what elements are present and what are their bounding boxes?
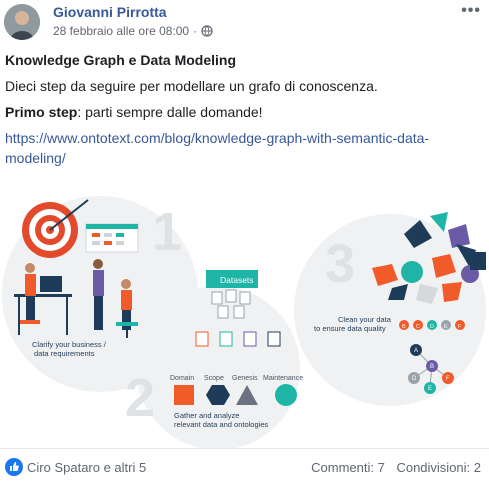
circle-shape bbox=[275, 384, 297, 406]
post-step-line: Primo step: parti sempre dalle domande! bbox=[5, 102, 485, 122]
post-title: Knowledge Graph e Data Modeling bbox=[5, 52, 237, 68]
datasets-label: Datasets bbox=[220, 275, 254, 285]
comments-count[interactable]: Commenti: 7 bbox=[311, 460, 385, 475]
post-meta: 28 febbraio alle ore 08:00 · bbox=[53, 24, 213, 38]
engagement-counts: Commenti: 7 Condivisioni: 2 bbox=[311, 460, 481, 475]
step2-tags: Domain Scope Genesis Maintenance bbox=[170, 375, 303, 382]
likes-count[interactable]: Ciro Spataro e altri 5 bbox=[27, 460, 146, 475]
post-header: Giovanni Pirrotta 28 febbraio alle ore 0… bbox=[0, 0, 489, 44]
step-bold: Primo step bbox=[5, 104, 78, 120]
post-line: Dieci step da seguire per modellare un g… bbox=[5, 78, 378, 94]
square-shape bbox=[174, 385, 194, 405]
step2-number: 2 bbox=[125, 368, 155, 428]
calendar-icon bbox=[85, 223, 139, 253]
post-timestamp[interactable]: 28 febbraio alle ore 08:00 bbox=[53, 24, 189, 38]
like-icon[interactable] bbox=[5, 458, 23, 476]
globe-icon bbox=[201, 25, 213, 37]
step-rest: : parti sempre dalle domande! bbox=[77, 104, 263, 120]
post-link[interactable]: https://www.ontotext.com/blog/knowledge-… bbox=[5, 128, 485, 168]
shares-count[interactable]: Condivisioni: 2 bbox=[396, 460, 481, 475]
ellipsis-icon[interactable]: ••• bbox=[461, 2, 481, 20]
step3-number: 3 bbox=[325, 234, 355, 294]
author-avatar[interactable] bbox=[4, 4, 40, 40]
author-name[interactable]: Giovanni Pirrotta bbox=[53, 4, 167, 20]
post-image[interactable]: 1 Clarify your business / data requireme… bbox=[0, 172, 489, 448]
step1-number: 1 bbox=[152, 202, 182, 262]
post-body: Knowledge Graph e Data Modeling Dieci st… bbox=[5, 50, 485, 174]
post-footer: Ciro Spataro e altri 5 Commenti: 7 Condi… bbox=[0, 448, 489, 484]
